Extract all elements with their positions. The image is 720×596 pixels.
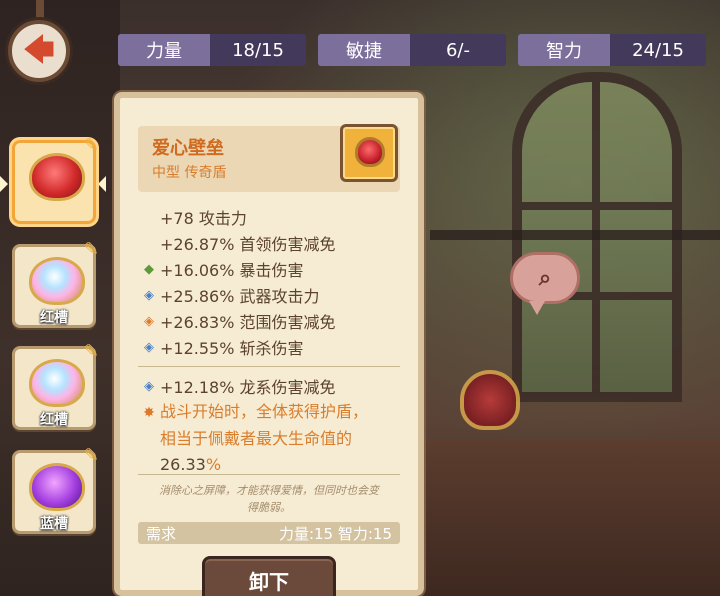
divider xyxy=(138,366,400,367)
requirement-label: 需求 xyxy=(146,524,177,543)
green-diamond-icon: ◆ xyxy=(144,261,154,277)
wrench-icon[interactable]: ✎ xyxy=(84,239,99,260)
slot-4[interactable]: ✎ 蓝槽 xyxy=(12,445,99,534)
bullet-none-icon: ◇ xyxy=(138,236,160,251)
item-requirement-bar: 需求 力量:15 智力:15 xyxy=(138,522,400,544)
stat-agility: 敏捷 6/- xyxy=(318,34,506,66)
stat-value: 18/15 xyxy=(210,34,306,66)
heart-shield-icon xyxy=(340,124,398,182)
item-detail-panel: 爱心壁垒 中型 传奇盾 ◇ +78 攻击力 ◇ +26.87% 首领伤害减免 ◆… xyxy=(114,92,424,596)
item-name: 爱心壁垒 xyxy=(152,138,224,159)
divider xyxy=(138,474,400,475)
item-stat-text: +12.55% 斩杀伤害 xyxy=(160,339,304,358)
magnifier-bubble-icon[interactable]: ⌕ xyxy=(510,252,580,315)
effect-line-2: 相当于佩戴者最大生命值的 xyxy=(160,429,353,448)
back-button[interactable]: 🡄 xyxy=(8,20,70,82)
slot-label: 红槽 xyxy=(40,412,68,428)
item-stat-line: ◇ +78 攻击力 xyxy=(138,204,400,230)
slot-2[interactable]: ✎ 红槽 xyxy=(12,239,99,328)
stat-intelligence: 智力 24/15 xyxy=(518,34,706,66)
item-type: 中型 传奇盾 xyxy=(152,165,227,181)
bullet-none-icon: ◇ xyxy=(138,210,160,225)
wrench-icon[interactable]: ✎ xyxy=(84,135,99,156)
item-stat-line: ◆ +16.06% 暴击伤害 xyxy=(138,256,400,282)
stat-strength: 力量 18/15 xyxy=(118,34,306,66)
item-stat-text: +25.86% 武器攻击力 xyxy=(160,287,320,306)
back-button-rope xyxy=(36,0,44,22)
item-flavor-text: 消除心之屏障，才能获得爱情，但同时也会变 得脆弱。 xyxy=(159,484,379,514)
stat-label: 敏捷 xyxy=(318,34,410,66)
item-stat-line: ◇ +26.87% 首领伤害减免 xyxy=(138,230,400,256)
item-stat-text: +26.83% 范围伤害减免 xyxy=(160,313,336,332)
item-stat-text: +16.06% 暴击伤害 xyxy=(160,261,304,280)
blue-diamond-icon: ◈ xyxy=(144,339,154,355)
wrench-icon[interactable]: ✎ xyxy=(84,445,99,466)
stat-label: 力量 xyxy=(118,34,210,66)
slot-3[interactable]: ✎ 红槽 xyxy=(12,341,99,430)
effect-line-1: 战斗开始时，全体获得护盾， xyxy=(160,402,369,421)
red-heart-gem-icon xyxy=(29,153,85,201)
item-stat-text: +26.87% 首领伤害减免 xyxy=(160,235,336,254)
slot-label: 红槽 xyxy=(40,310,68,326)
slot-label: 蓝槽 xyxy=(40,516,68,532)
rainbow-gem-icon xyxy=(29,359,85,407)
item-extra-stat-line: ◈ +12.18% 龙系伤害减免 xyxy=(138,373,400,399)
purple-gem-icon xyxy=(29,463,85,511)
rainbow-gem-icon xyxy=(29,257,85,305)
item-stat-line: ◈ +25.86% 武器攻击力 xyxy=(138,282,400,308)
item-stat-line: ◈ +26.83% 范围伤害减免 xyxy=(138,308,400,334)
item-stat-text: +12.18% 龙系伤害减免 xyxy=(160,378,336,397)
selection-arrow-right-icon xyxy=(98,176,106,192)
background-table xyxy=(425,440,720,596)
item-stat-line: ◈ +12.55% 斩杀伤害 xyxy=(138,334,400,360)
character-heart-shield xyxy=(460,370,520,430)
unequip-button[interactable]: 卸下 xyxy=(202,556,336,596)
orange-diamond-icon: ◈ xyxy=(144,313,154,329)
stat-value: 24/15 xyxy=(610,34,706,66)
back-arrow-icon: 🡄 xyxy=(23,33,55,68)
item-special-effect: ✸ 战斗开始时，全体获得护盾， 相当于佩戴者最大生命值的 26.33% xyxy=(138,399,400,478)
background-shelf xyxy=(430,230,720,240)
blue-diamond-icon: ◈ xyxy=(144,287,154,303)
item-stat-text: +78 攻击力 xyxy=(160,209,247,228)
stat-label: 智力 xyxy=(518,34,610,66)
star-burst-icon: ✸ xyxy=(143,405,155,421)
item-stats-list: ◇ +78 攻击力 ◇ +26.87% 首领伤害减免 ◆ +16.06% 暴击伤… xyxy=(138,204,400,478)
wrench-icon[interactable]: ✎ xyxy=(84,341,99,362)
stat-value: 6/- xyxy=(410,34,506,66)
requirement-value: 力量:15 智力:15 xyxy=(278,524,392,543)
heart-gem-icon xyxy=(355,137,385,167)
magnifier-icon: ⌕ xyxy=(538,265,552,291)
slot-1[interactable]: ✎ xyxy=(12,135,99,224)
selection-arrow-left-icon xyxy=(0,176,8,192)
blue-diamond-icon: ◈ xyxy=(144,378,154,394)
